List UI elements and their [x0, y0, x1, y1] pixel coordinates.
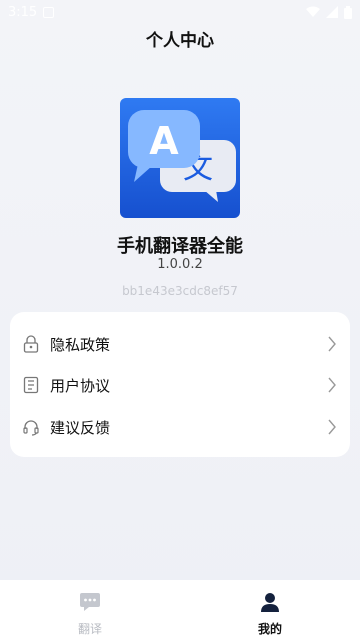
- document-icon: [22, 376, 40, 394]
- lock-icon: [22, 335, 40, 353]
- device-id: bb1e43e3cdc8ef57: [122, 284, 238, 298]
- tab-translate[interactable]: 翻译: [0, 580, 180, 640]
- tab-mine[interactable]: 我的: [180, 580, 360, 640]
- menu-item-user-agreement[interactable]: 用户协议: [10, 365, 350, 405]
- menu-item-label: 隐私政策: [50, 335, 111, 354]
- status-icons: [306, 5, 352, 19]
- status-time: 3:15: [8, 4, 38, 20]
- menu-item-label: 建议反馈: [50, 418, 111, 437]
- app-version: 1.0.0.2: [157, 257, 203, 272]
- translate-app-icon: 文 A: [120, 98, 240, 218]
- signal-icon: [326, 6, 338, 18]
- headset-icon: [22, 418, 40, 436]
- chevron-right-icon: [326, 376, 338, 394]
- chat-icon: [79, 592, 101, 616]
- tab-label: 我的: [257, 622, 282, 636]
- tab-label: 翻译: [77, 622, 102, 636]
- app-name: 手机翻译器全能: [117, 236, 243, 257]
- settings-menu-card: 隐私政策 用户协议 建议反馈: [10, 312, 350, 457]
- chevron-right-icon: [326, 335, 338, 353]
- wifi-icon: [306, 6, 320, 17]
- bottom-tab-bar: 翻译 我的: [0, 580, 360, 640]
- person-icon: [260, 592, 280, 616]
- menu-item-label: 用户协议: [50, 376, 111, 395]
- icon-letter-a: A: [149, 119, 179, 163]
- menu-item-feedback[interactable]: 建议反馈: [10, 407, 350, 447]
- chevron-right-icon: [326, 418, 338, 436]
- notification-icon: [43, 6, 55, 18]
- menu-item-privacy-policy[interactable]: 隐私政策: [10, 324, 350, 364]
- battery-icon: [344, 5, 352, 19]
- status-bar: 3:15: [0, 0, 360, 24]
- page-title: 个人中心: [146, 31, 214, 51]
